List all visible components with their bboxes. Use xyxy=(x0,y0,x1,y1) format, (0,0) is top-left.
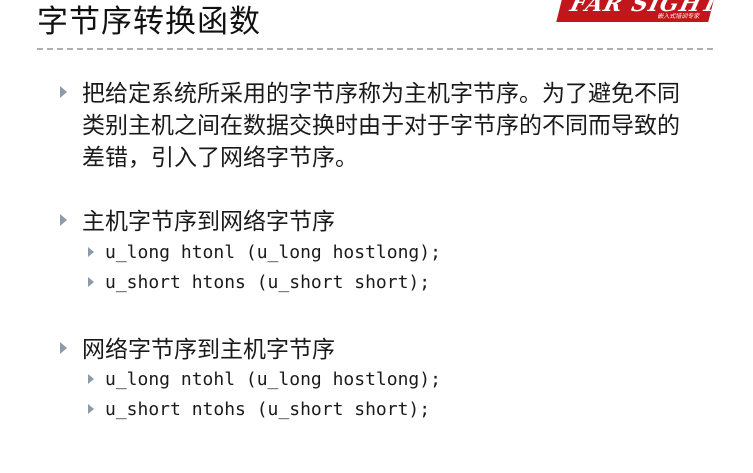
code-line-htonl: u_long htonl (u_long hostlong); xyxy=(88,240,688,266)
code-text: u_long ntohl (u_long hostlong); xyxy=(105,369,441,390)
code-text: u_short htons (u_short short); xyxy=(105,272,431,293)
sub-bullet-arrow-icon xyxy=(88,247,94,257)
title-divider xyxy=(37,48,713,50)
code-line-htons: u_short htons (u_short short); xyxy=(88,270,688,296)
bullet-arrow-icon xyxy=(60,342,67,354)
sub-bullet-arrow-icon xyxy=(88,404,94,414)
code-line-ntohs: u_short ntohs (u_short short); xyxy=(88,397,688,423)
code-line-ntohl: u_long ntohl (u_long hostlong); xyxy=(88,367,688,393)
sub-bullet-arrow-icon xyxy=(88,277,94,287)
sub-bullet-arrow-icon xyxy=(88,374,94,384)
slide-title: 字节序转换函数 xyxy=(37,4,261,40)
bullet-arrow-icon xyxy=(60,214,67,226)
code-text: u_long htonl (u_long hostlong); xyxy=(105,242,441,263)
code-text: u_short ntohs (u_short short); xyxy=(105,399,431,420)
company-logo: FAR SIGHT 嵌入式培训专家 xyxy=(556,0,714,22)
logo-subtitle: 嵌入式培训专家 xyxy=(656,13,701,20)
bullet-text: 把给定系统所采用的字节序称为主机字节序。为了避免不同类别主机之间在数据交换时由于… xyxy=(82,81,680,171)
bullet-text: 主机字节序到网络字节序 xyxy=(82,209,335,235)
bullet-text: 网络字节序到主机字节序 xyxy=(82,337,335,363)
bullet-arrow-icon xyxy=(60,86,67,98)
